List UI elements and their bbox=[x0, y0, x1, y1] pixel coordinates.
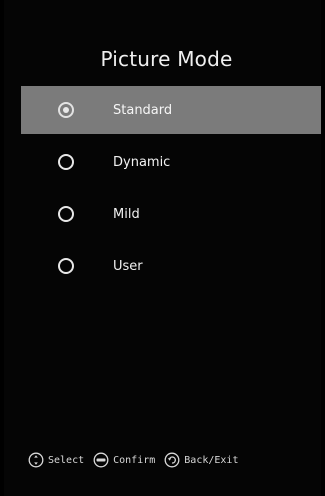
back-arrow-icon bbox=[164, 452, 180, 468]
radio-selected-icon bbox=[58, 102, 74, 118]
enter-button-icon bbox=[93, 452, 109, 468]
option-user[interactable]: User bbox=[21, 242, 321, 290]
option-label: User bbox=[113, 258, 143, 274]
option-label: Mild bbox=[113, 206, 140, 222]
radio-unselected-icon bbox=[58, 258, 74, 274]
picture-mode-list: Standard Dynamic Mild User bbox=[21, 86, 321, 294]
option-label: Standard bbox=[113, 102, 173, 118]
hint-back: Back/Exit bbox=[164, 452, 238, 468]
option-dynamic[interactable]: Dynamic bbox=[21, 138, 321, 186]
page-title: Picture Mode bbox=[100, 47, 233, 71]
key-hints-bar: Select Confirm Back/Exit bbox=[28, 450, 247, 470]
radio-unselected-icon bbox=[58, 154, 74, 170]
picture-mode-panel: Picture Mode Standard Dynamic Mild User bbox=[4, 0, 321, 496]
option-mild[interactable]: Mild bbox=[21, 190, 321, 238]
dpad-icon bbox=[28, 452, 44, 468]
radio-unselected-icon bbox=[58, 206, 74, 222]
hint-select-label: Select bbox=[48, 454, 85, 466]
hint-back-label: Back/Exit bbox=[184, 454, 239, 466]
option-label: Dynamic bbox=[113, 154, 171, 170]
hint-confirm: Confirm bbox=[93, 452, 155, 468]
hint-select: Select bbox=[28, 452, 84, 468]
hint-confirm-label: Confirm bbox=[113, 454, 156, 466]
option-standard[interactable]: Standard bbox=[21, 86, 321, 134]
